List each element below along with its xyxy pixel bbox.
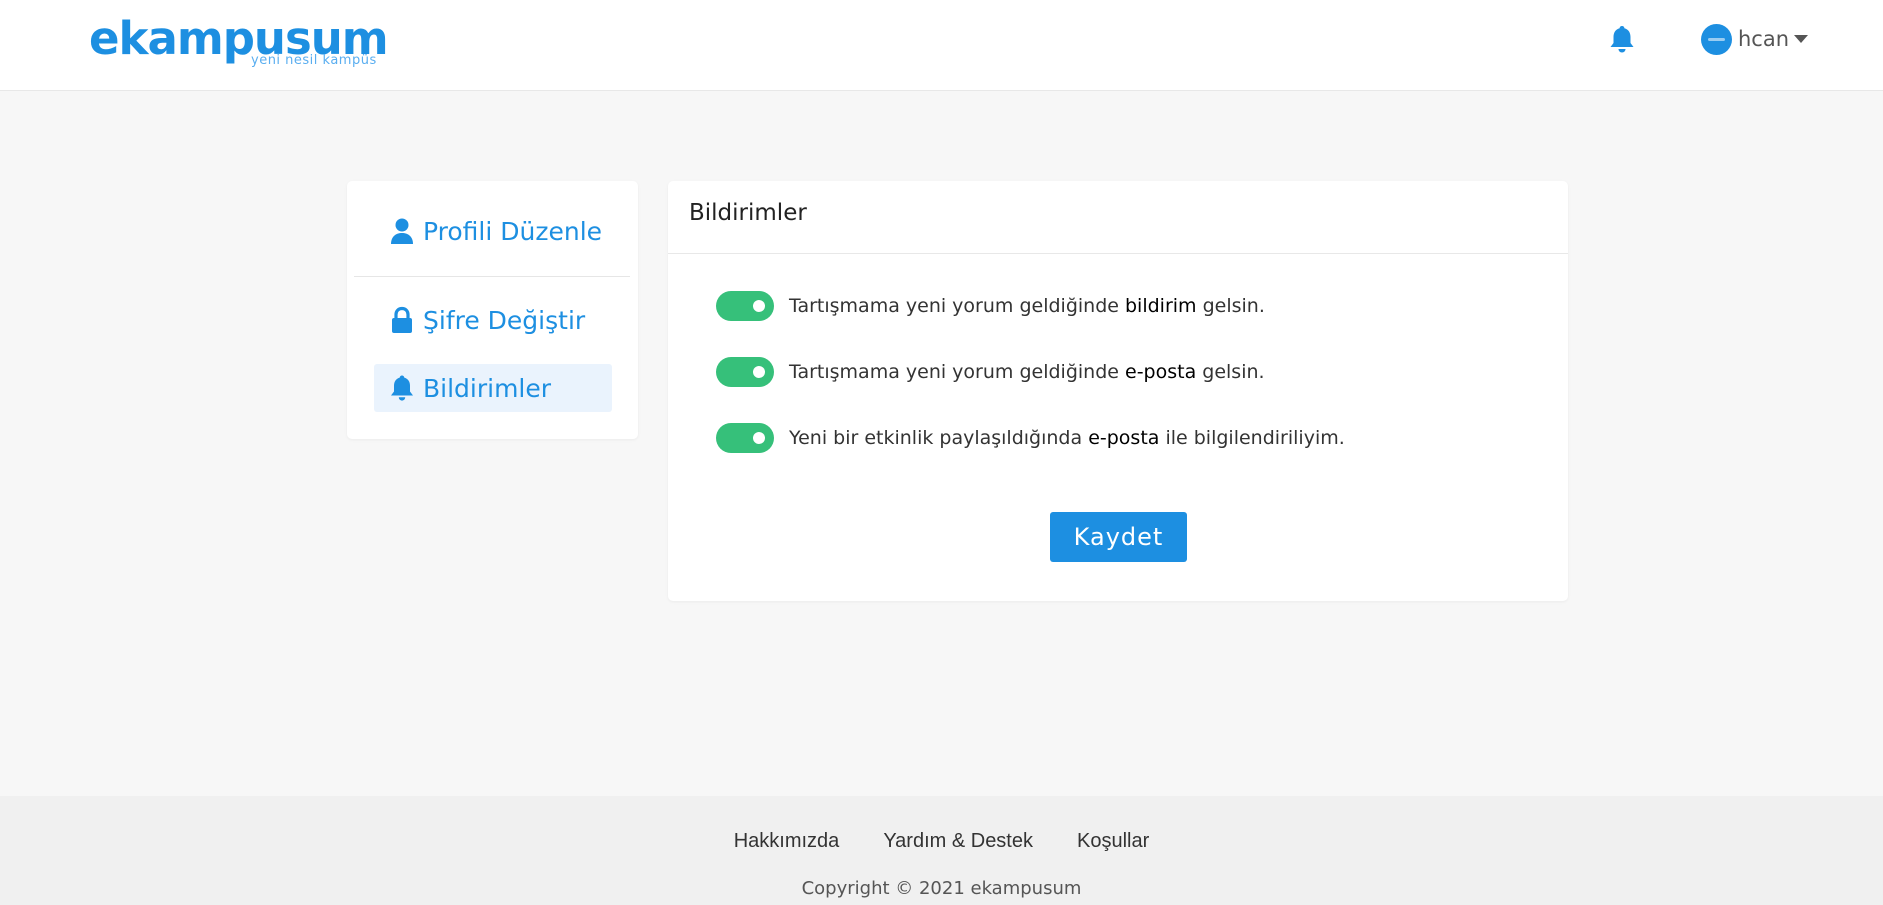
divider [668, 253, 1568, 254]
footer-link-help[interactable]: Yardım & Destek [883, 830, 1033, 853]
sidebar-item-label: Profili Düzenle [423, 216, 603, 246]
lock-icon [389, 306, 415, 334]
user-menu[interactable]: hcan [1701, 22, 1809, 56]
setting-row-comment-notification: Tartışmama yeni yorum geldiğinde bildiri… [716, 291, 1265, 321]
username: hcan [1738, 27, 1790, 51]
top-navbar: ekampusum yeni nesil kampüs hcan [0, 0, 1883, 91]
divider [354, 276, 630, 277]
setting-label-emphasis: e-posta [1125, 361, 1197, 383]
setting-label-text: Tartışmama yeni yorum geldiğinde [789, 361, 1125, 383]
sidebar-item-profile[interactable]: Profili Düzenle [374, 207, 612, 255]
setting-label: Tartışmama yeni yorum geldiğinde e-posta… [789, 361, 1265, 383]
toggle-switch[interactable] [716, 291, 774, 321]
setting-label-text: gelsin. [1196, 295, 1265, 317]
user-icon [389, 217, 415, 245]
copyright-text: Copyright © 2021 ekampusum [801, 878, 1082, 899]
sidebar-item-label: Bildirimler [423, 373, 552, 403]
bell-icon [389, 374, 415, 402]
avatar [1701, 23, 1732, 55]
save-button[interactable]: Kaydet [1050, 512, 1187, 562]
sidebar-item-label: Şifre Değiştir [423, 305, 586, 335]
footer-link-terms[interactable]: Koşullar [1077, 830, 1149, 853]
footer-links: Hakkımızda Yardım & Destek Koşullar [0, 830, 1883, 853]
footer: Hakkımızda Yardım & Destek Koşullar Copy… [0, 796, 1883, 905]
setting-label-text: Tartışmama yeni yorum geldiğinde [789, 295, 1125, 317]
chevron-down-icon [1794, 35, 1809, 43]
setting-row-comment-email: Tartışmama yeni yorum geldiğinde e-posta… [716, 357, 1265, 387]
setting-label: Tartışmama yeni yorum geldiğinde bildiri… [789, 295, 1265, 317]
notifications-bell-icon[interactable] [1608, 24, 1636, 54]
setting-label-text: ile bilgilendiriliyim. [1159, 427, 1345, 449]
setting-label-text: gelsin. [1196, 361, 1265, 383]
setting-label-emphasis: bildirim [1125, 295, 1197, 317]
settings-sidebar: Profili Düzenle Şifre Değiştir Bildiriml… [347, 181, 638, 439]
page-title: Bildirimler [689, 200, 807, 226]
sidebar-item-password[interactable]: Şifre Değiştir [374, 296, 612, 344]
logo[interactable]: ekampusum yeni nesil kampüs [89, 12, 389, 74]
toggle-switch[interactable] [716, 357, 774, 387]
logo-tagline: yeni nesil kampüs [251, 53, 377, 68]
notifications-panel: Bildirimler Tartışmama yeni yorum geldiğ… [668, 181, 1568, 601]
setting-row-event-email: Yeni bir etkinlik paylaşıldığında e-post… [716, 423, 1345, 453]
sidebar-item-notifications[interactable]: Bildirimler [374, 364, 612, 412]
footer-link-about[interactable]: Hakkımızda [734, 830, 840, 853]
setting-label: Yeni bir etkinlik paylaşıldığında e-post… [789, 427, 1345, 449]
setting-label-emphasis: e-posta [1088, 427, 1160, 449]
toggle-switch[interactable] [716, 423, 774, 453]
setting-label-text: Yeni bir etkinlik paylaşıldığında [789, 427, 1089, 449]
